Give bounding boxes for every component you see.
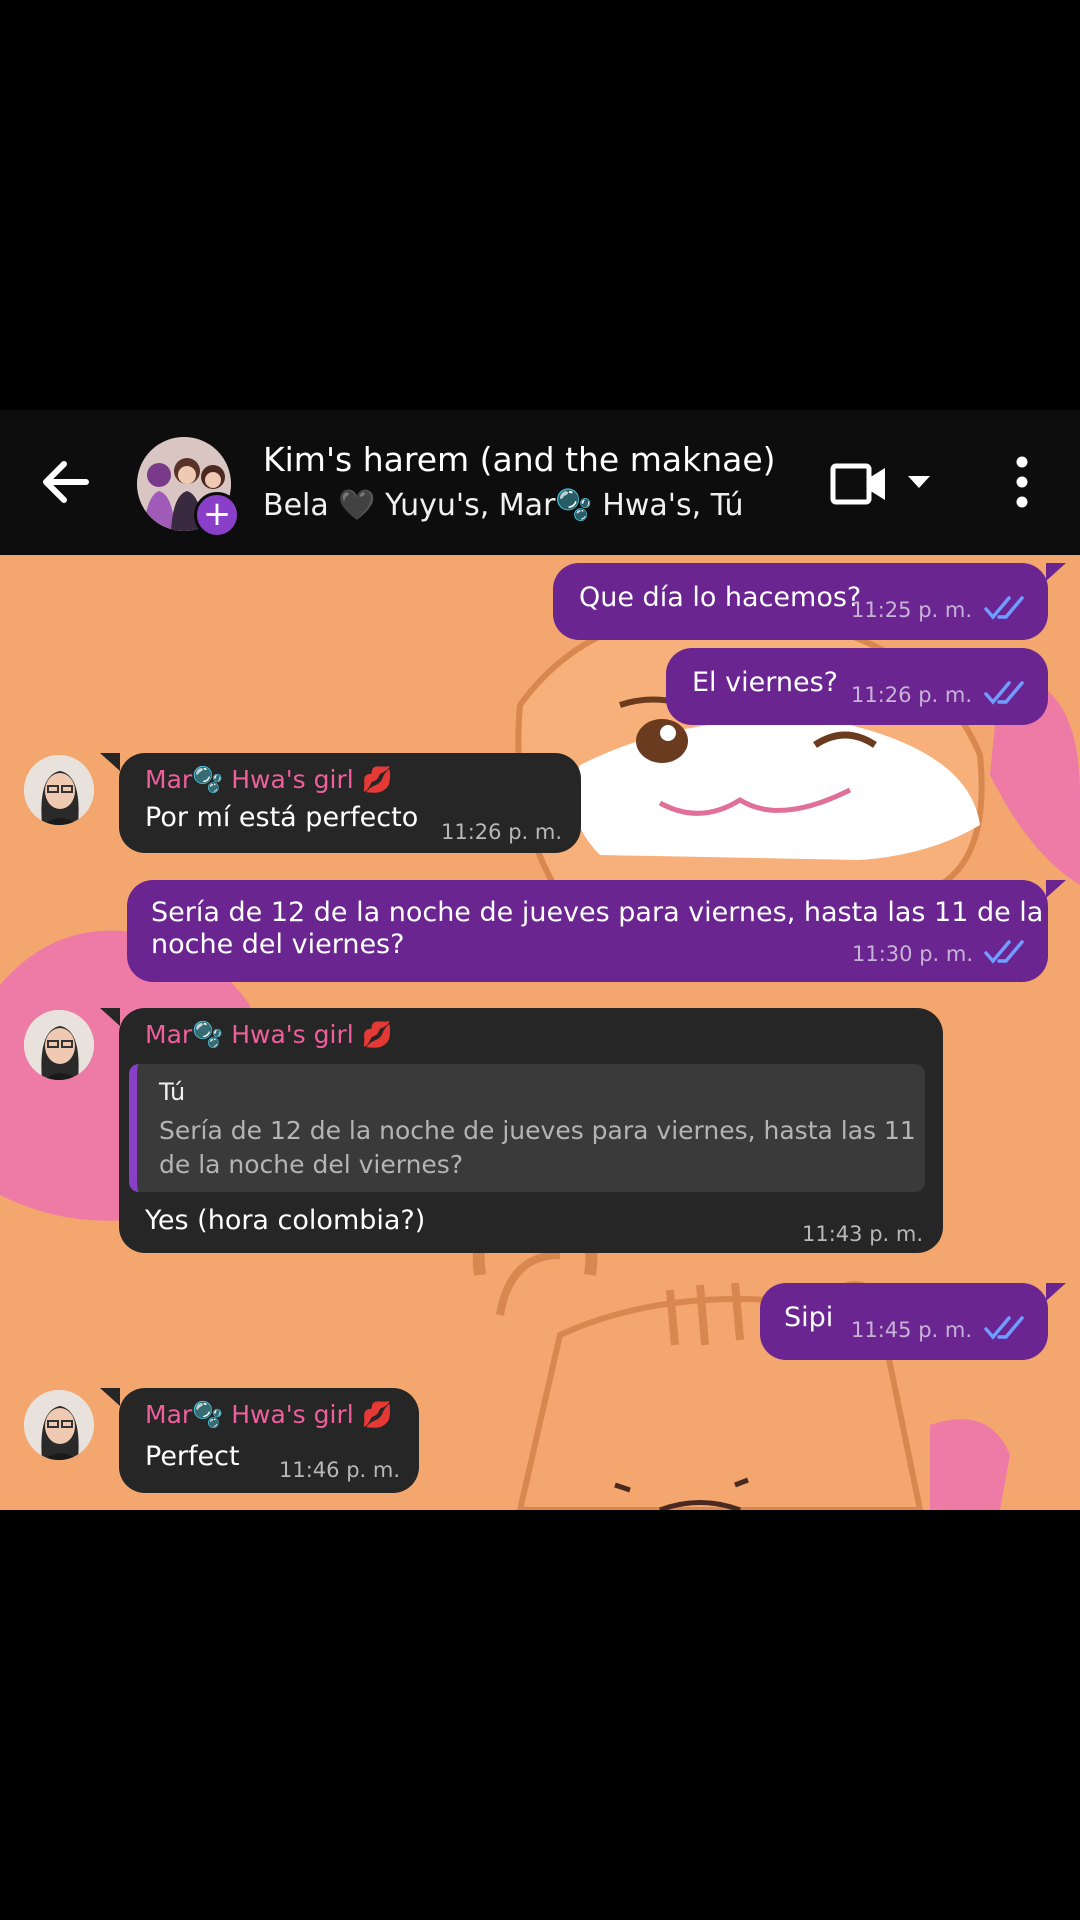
arrow-left-icon[interactable]: [36, 452, 96, 512]
message-time: 11:26 p. m.: [851, 683, 973, 707]
message-incoming[interactable]: Mar🫧 Hwa's girl 💋 Por mí está perfecto 1…: [119, 753, 581, 853]
chat-header: + Kim's harem (and the maknae) Bela 🖤 Yu…: [0, 410, 1080, 555]
plus-icon: +: [202, 494, 232, 534]
bubble-tail: [100, 1388, 120, 1406]
bubble-tail: [100, 1008, 120, 1026]
message-incoming[interactable]: Mar🫧 Hwa's girl 💋 Tú Sería de 12 de la n…: [119, 1008, 943, 1253]
sender-avatar[interactable]: [24, 755, 94, 825]
bubble-tail: [1046, 880, 1066, 898]
message-text-line1: Sería de 12 de la noche de jueves para v…: [151, 897, 1044, 928]
read-double-check-icon: [984, 1316, 1024, 1340]
message-time: 11:30 p. m.: [852, 942, 974, 966]
quoted-message[interactable]: Tú Sería de 12 de la noche de jueves par…: [129, 1064, 925, 1192]
sender-avatar[interactable]: [24, 1010, 94, 1080]
sender-name[interactable]: Mar🫧 Hwa's girl 💋: [145, 765, 393, 795]
read-double-check-icon: [984, 596, 1024, 620]
bubble-tail: [1046, 1283, 1066, 1301]
chat-participants[interactable]: Bela 🖤 Yuyu's, Mar🫧 Hwa's, Tú: [263, 488, 744, 523]
message-time: 11:25 p. m.: [851, 598, 973, 622]
bubble-tail: [100, 753, 120, 771]
sender-name[interactable]: Mar🫧 Hwa's girl 💋: [145, 1400, 393, 1430]
message-text-line2: noche del viernes?: [151, 929, 405, 960]
message-outgoing[interactable]: Sipi 11:45 p. m.: [760, 1283, 1048, 1360]
caret-down-icon[interactable]: [906, 472, 932, 492]
video-camera-icon[interactable]: [830, 462, 888, 506]
add-participant-button[interactable]: +: [194, 492, 240, 538]
bubble-tail: [1046, 563, 1066, 581]
message-time: 11:45 p. m.: [851, 1318, 973, 1342]
chat-title[interactable]: Kim's harem (and the maknae): [263, 440, 776, 479]
chat-area[interactable]: Que día lo hacemos? 11:25 p. m. El viern…: [0, 555, 1080, 1510]
message-time: 11:26 p. m.: [441, 820, 563, 844]
message-text: Por mí está perfecto: [145, 802, 419, 833]
sender-name[interactable]: Mar🫧 Hwa's girl 💋: [145, 1020, 393, 1050]
message-text: Que día lo hacemos?: [579, 582, 862, 613]
message-outgoing[interactable]: Que día lo hacemos? 11:25 p. m.: [553, 563, 1048, 640]
message-text: Sipi: [784, 1302, 834, 1333]
message-time: 11:43 p. m.: [802, 1222, 924, 1246]
quote-text: Sería de 12 de la noche de jueves para v…: [159, 1116, 916, 1179]
message-text: Yes (hora colombia?): [145, 1205, 426, 1236]
message-outgoing[interactable]: Sería de 12 de la noche de jueves para v…: [127, 880, 1048, 982]
read-double-check-icon: [984, 940, 1024, 964]
more-vertical-icon[interactable]: [1008, 454, 1036, 510]
quote-author: Tú: [159, 1078, 186, 1106]
read-double-check-icon: [984, 681, 1024, 705]
message-text: El viernes?: [692, 667, 838, 698]
message-outgoing[interactable]: El viernes? 11:26 p. m.: [666, 648, 1048, 725]
message-time: 11:46 p. m.: [279, 1458, 401, 1482]
message-incoming[interactable]: Mar🫧 Hwa's girl 💋 Perfect 11:46 p. m.: [119, 1388, 419, 1493]
message-text: Perfect: [145, 1441, 240, 1472]
sender-avatar[interactable]: [24, 1390, 94, 1460]
